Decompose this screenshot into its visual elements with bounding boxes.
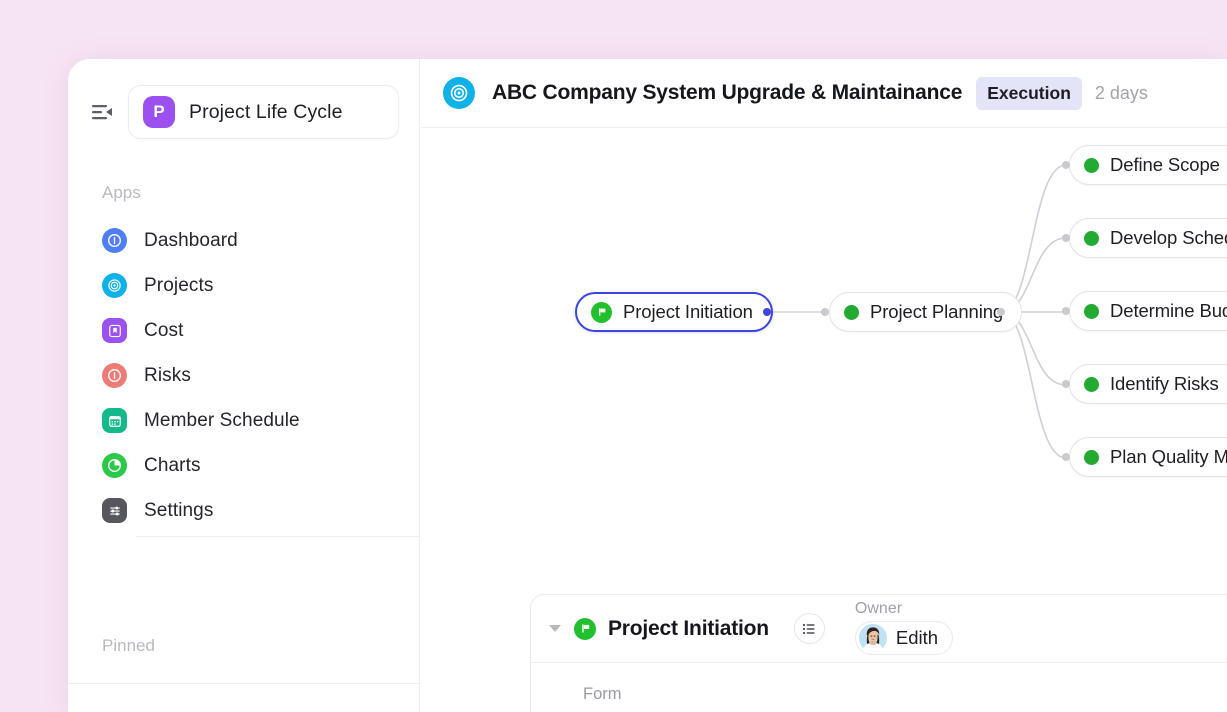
mindmap-node-child[interactable]: Plan Quality Manag...: [1069, 437, 1227, 477]
detail-panel-body: Form Project Charter* [Project Managemen…: [531, 663, 1227, 712]
bookmark-icon: [102, 318, 127, 343]
owner-block: Owner Edith: [854, 600, 954, 657]
sidebar-collapse-icon[interactable]: [89, 99, 115, 125]
sidebar-item-label: Member Schedule: [144, 409, 300, 431]
apps-nav-list: Dashboard Projects Cost Risks Member Sch…: [68, 218, 419, 533]
detail-panel-title: Project Initiation: [608, 616, 769, 640]
status-dot: [844, 304, 859, 320]
node-port[interactable]: [821, 308, 829, 316]
target-icon: [102, 273, 127, 298]
sidebar-header: P Project Life Cycle: [68, 59, 419, 139]
mindmap-node-branch[interactable]: Project Planning: [829, 292, 1023, 332]
mindmap-node-child[interactable]: Develop Schedule: [1069, 218, 1227, 258]
sidebar-item-settings[interactable]: Settings: [68, 488, 419, 533]
sidebar: P Project Life Cycle Apps Dashboard Proj…: [68, 59, 420, 712]
sidebar-item-dashboard[interactable]: Dashboard: [68, 218, 419, 263]
sidebar-item-label: Dashboard: [144, 229, 238, 251]
sidebar-item-label: Cost: [144, 319, 184, 341]
owner-label: Owner: [854, 600, 903, 617]
status-dot: [1084, 230, 1099, 246]
sliders-icon: [102, 498, 127, 523]
workspace-name: Project Life Cycle: [189, 100, 343, 123]
sidebar-item-risks[interactable]: Risks: [68, 353, 419, 398]
main-area: ABC Company System Upgrade & Maintainanc…: [421, 59, 1227, 712]
dashboard-icon: [102, 228, 127, 253]
pinned-section-label: Pinned: [102, 636, 155, 655]
owner-name: Edith: [895, 627, 939, 648]
mindmap-canvas[interactable]: Project Initiation Project Planning Defi…: [421, 128, 1227, 712]
node-port[interactable]: [1062, 307, 1070, 315]
node-detail-panel: Project Initiation Owner Edith Form: [530, 594, 1227, 712]
apps-section-label: Apps: [102, 183, 141, 202]
target-icon: [443, 77, 475, 109]
sidebar-item-label: Risks: [144, 364, 191, 386]
status-dot: [1084, 303, 1099, 319]
status-dot: [1084, 449, 1099, 465]
mindmap-node-child[interactable]: Define Scope: [1069, 145, 1227, 185]
mindmap-node-child[interactable]: Identify Risks: [1069, 364, 1227, 404]
duration-text: 2 days: [1094, 82, 1148, 103]
node-port[interactable]: [1062, 380, 1070, 388]
sidebar-item-projects[interactable]: Projects: [68, 263, 419, 308]
workspace-selector[interactable]: P Project Life Cycle: [128, 85, 399, 139]
collapse-caret-icon[interactable]: [549, 625, 561, 632]
node-port[interactable]: [1062, 234, 1070, 242]
node-port[interactable]: [997, 308, 1005, 316]
sidebar-item-cost[interactable]: Cost: [68, 308, 419, 353]
mindmap-node-label: Determine Budget: [1110, 300, 1227, 321]
mindmap-node-root[interactable]: Project Initiation: [575, 292, 773, 332]
sidebar-item-charts[interactable]: Charts: [68, 443, 419, 488]
status-badge[interactable]: Execution: [976, 76, 1082, 110]
sidebar-divider: [68, 683, 419, 684]
mindmap-node-label: Project Planning: [870, 301, 1004, 322]
node-port[interactable]: [763, 308, 771, 316]
detail-panel-header: Project Initiation Owner Edith: [531, 595, 1227, 663]
avatar: [858, 624, 887, 652]
alert-icon: [102, 363, 127, 388]
form-section-label: Form: [583, 685, 622, 703]
pie-chart-icon: [102, 453, 127, 478]
mindmap-node-label: Define Scope: [1110, 154, 1220, 175]
sidebar-divider: [136, 536, 419, 537]
owner-chip[interactable]: Edith: [854, 621, 954, 655]
project-header: ABC Company System Upgrade & Maintainanc…: [421, 59, 1227, 128]
status-dot: [1084, 157, 1099, 173]
app-window: P Project Life Cycle Apps Dashboard Proj…: [68, 59, 1227, 712]
sidebar-item-member-schedule[interactable]: Member Schedule: [68, 398, 419, 443]
sidebar-item-label: Charts: [144, 454, 201, 476]
mindmap-node-label: Develop Schedule: [1110, 227, 1227, 248]
node-port[interactable]: [1062, 161, 1070, 169]
calendar-icon: [102, 408, 127, 433]
page-title: ABC Company System Upgrade & Maintainanc…: [492, 81, 963, 104]
flag-icon: [574, 617, 596, 640]
flag-icon: [591, 301, 612, 323]
mindmap-node-child[interactable]: Determine Budget: [1069, 291, 1227, 331]
sidebar-item-label: Projects: [144, 274, 214, 296]
sidebar-item-label: Settings: [144, 499, 214, 521]
node-port[interactable]: [1062, 453, 1070, 461]
mindmap-node-label: Project Initiation: [623, 301, 753, 322]
status-dot: [1084, 376, 1099, 392]
mindmap-node-label: Plan Quality Manag...: [1110, 446, 1227, 467]
list-icon[interactable]: [793, 613, 825, 644]
mindmap-node-label: Identify Risks: [1110, 373, 1219, 394]
workspace-avatar: P: [143, 96, 175, 128]
